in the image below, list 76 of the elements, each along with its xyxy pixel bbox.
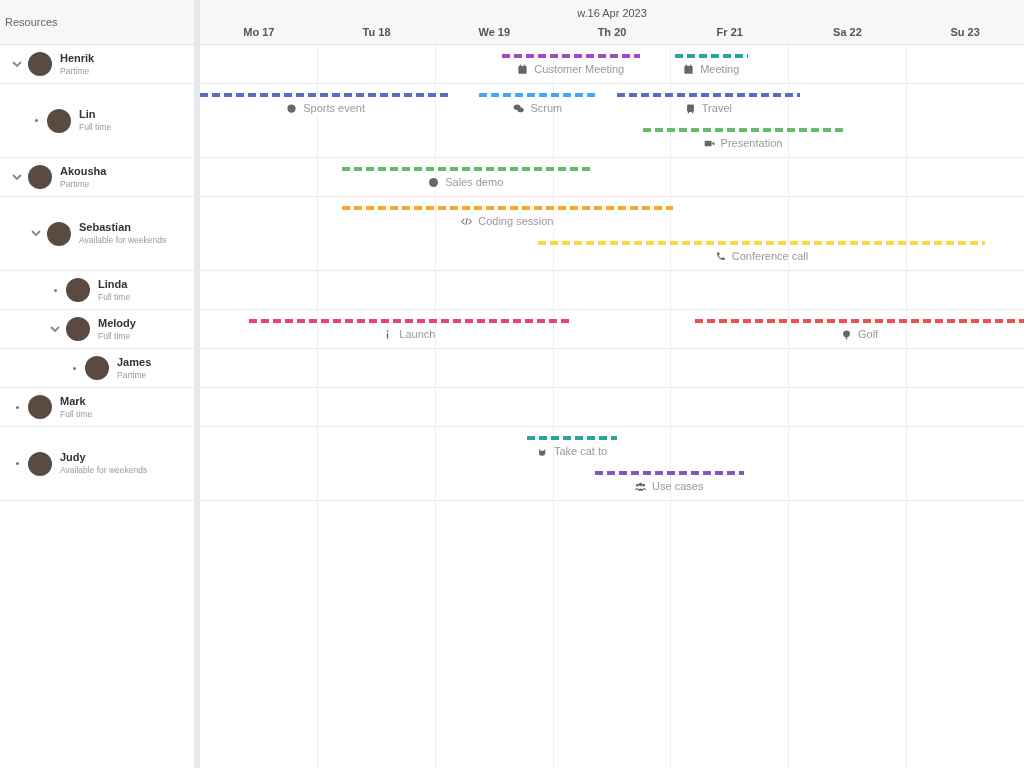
resource-subtitle: Full time: [60, 408, 93, 420]
golf-ball-icon: [841, 328, 852, 340]
avatar: [66, 317, 90, 341]
bullet-icon: [53, 288, 57, 292]
resource-subtitle: Available for weekends: [60, 465, 148, 476]
event-title: Use cases: [652, 479, 704, 494]
bullet-icon: [72, 366, 76, 370]
avatar: [28, 52, 52, 76]
event-title: Golf: [858, 327, 879, 342]
calendar-icon: [517, 63, 529, 75]
resource-subtitle: Partime: [60, 65, 91, 77]
day-header: Su 23: [950, 25, 980, 41]
event-bar[interactable]: [594, 471, 744, 475]
day-header: Th 20: [597, 25, 627, 41]
resource-subtitle: Full time: [79, 122, 112, 133]
event-bar[interactable]: [674, 54, 748, 58]
event-title: Scrum: [530, 101, 563, 116]
event-bar[interactable]: [341, 167, 590, 171]
event-bar[interactable]: [479, 93, 597, 97]
resource-name: James: [117, 355, 152, 370]
event-bar[interactable]: [248, 319, 570, 323]
resource-name: Akousha: [60, 164, 107, 179]
people-icon: [635, 480, 647, 492]
event-title: Conference call: [731, 249, 809, 264]
avatar: [85, 356, 109, 380]
day-header: Mo 17: [243, 25, 275, 41]
bus-icon: [684, 102, 696, 114]
chat-icon: [513, 102, 525, 114]
event-title: Meeting: [700, 62, 740, 77]
resource-subtitle: Full time: [98, 291, 131, 303]
event-title: Launch: [399, 327, 436, 342]
resource-name: Melody: [98, 316, 136, 331]
code-icon: [461, 215, 473, 227]
resource-name: Sebastian: [79, 221, 132, 236]
resource-subtitle: Full time: [98, 330, 132, 342]
resource-subtitle: Available for weekends: [79, 235, 167, 246]
resource-name: Henrik: [60, 51, 95, 66]
bullet-icon: [34, 119, 38, 122]
event-bar[interactable]: [616, 93, 800, 97]
chevron-icon[interactable]: [31, 230, 41, 237]
resource-name: Lin: [79, 108, 97, 123]
event-bar[interactable]: [643, 128, 843, 132]
chevron-icon[interactable]: [50, 325, 60, 333]
event-title: Take cat to: [553, 444, 608, 459]
resource-subtitle: Partime: [117, 369, 148, 381]
event-title: Travel: [701, 101, 732, 116]
bullet-icon: [15, 405, 19, 409]
phone-icon: [714, 250, 726, 262]
event-bar[interactable]: [527, 436, 617, 440]
event-title: Coding session: [478, 214, 554, 229]
event-title: Presentation: [720, 136, 783, 151]
avatar: [28, 451, 52, 476]
event-title: Sales demo: [445, 175, 504, 190]
avatar: [47, 108, 71, 133]
resource-name: Mark: [60, 394, 87, 409]
resource-name: Linda: [98, 277, 129, 292]
avatar: [47, 221, 71, 246]
event-bar[interactable]: [695, 319, 1024, 323]
avatar: [66, 278, 90, 302]
day-header: Tu 18: [362, 25, 391, 41]
event-bar[interactable]: [501, 54, 640, 58]
event-title: Customer Meeting: [534, 62, 625, 77]
bullet-icon: [15, 462, 19, 465]
chevron-icon[interactable]: [12, 60, 22, 68]
column-header: Resources: [5, 14, 58, 30]
resource-subtitle: Partime: [60, 178, 91, 190]
week-label: w.16 Apr 2023: [577, 5, 647, 21]
avatar: [28, 395, 52, 419]
avatar: [28, 165, 52, 189]
event-title: Sports event: [303, 101, 366, 116]
day-header: We 19: [478, 25, 511, 41]
resource-name: Judy: [60, 451, 87, 466]
calendar-icon: [683, 63, 695, 75]
day-header: Fr 21: [716, 25, 743, 41]
chevron-icon[interactable]: [12, 173, 22, 181]
day-header: Sa 22: [833, 25, 862, 41]
